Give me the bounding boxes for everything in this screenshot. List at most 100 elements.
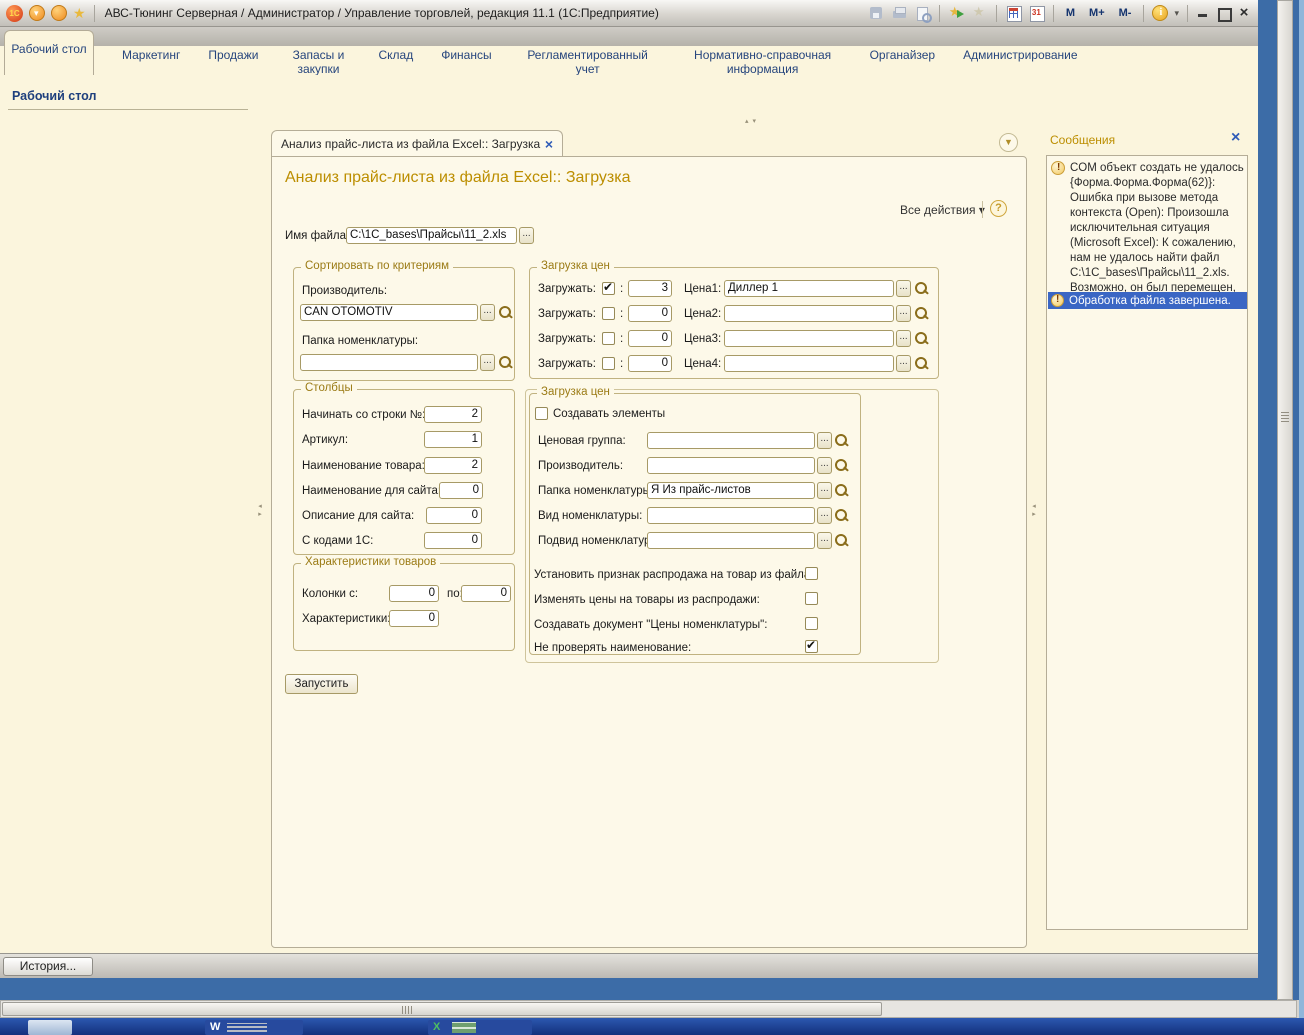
start-row-input[interactable]: 2 <box>424 406 482 423</box>
tab-reference-info[interactable]: Нормативно-справочная информация <box>684 27 842 76</box>
select-button[interactable]: ... <box>480 304 495 321</box>
search-icon[interactable] <box>833 432 849 449</box>
memory-plus-button[interactable]: M+ <box>1085 7 1109 19</box>
skip-name-check-checkbox[interactable] <box>805 640 818 653</box>
main-menu-button[interactable] <box>29 5 45 21</box>
favorites-star-icon[interactable]: ★ <box>73 5 86 21</box>
history-button[interactable]: История... <box>3 957 93 976</box>
word-taskbar-icon[interactable] <box>205 1020 303 1035</box>
excel-taskbar-icon[interactable] <box>428 1020 532 1035</box>
select-button[interactable]: ... <box>896 355 911 372</box>
tab-stock-purchases[interactable]: Запасы и закупки <box>286 27 350 76</box>
memory-minus-button[interactable]: M- <box>1115 7 1136 19</box>
tab-organizer[interactable]: Органайзер <box>870 27 936 62</box>
message-item[interactable]: COM объект создать не удалось {Форма.Фор… <box>1051 161 1245 311</box>
preview-icon[interactable] <box>914 5 931 22</box>
select-button[interactable]: ... <box>817 457 832 474</box>
calendar-icon[interactable]: 31 <box>1028 5 1045 22</box>
load-checkbox[interactable] <box>602 357 615 370</box>
document-tab[interactable]: Анализ прайс-листа из файла Excel:: Загр… <box>271 130 563 156</box>
search-icon[interactable] <box>833 532 849 549</box>
tab-warehouse[interactable]: Склад <box>378 27 413 62</box>
maximize-button[interactable] <box>1216 6 1230 20</box>
calculator-icon[interactable] <box>1005 5 1022 22</box>
manufacturer-input[interactable]: CAN OTOMOTIV <box>300 304 478 321</box>
site-name-input[interactable]: 0 <box>439 482 483 499</box>
tab-administration[interactable]: Администрирование <box>963 27 1077 62</box>
tab-finance[interactable]: Финансы <box>441 27 491 62</box>
columns-to-input[interactable]: 0 <box>461 585 511 602</box>
messages-close-icon[interactable]: × <box>1231 129 1240 147</box>
search-icon[interactable] <box>497 354 513 371</box>
search-icon[interactable] <box>833 507 849 524</box>
price-type-input[interactable] <box>724 330 894 347</box>
column-number-input[interactable]: 3 <box>628 280 672 297</box>
subkind-input[interactable] <box>647 532 815 549</box>
help-button[interactable]: ? <box>990 200 1007 217</box>
horizontal-scrollbar[interactable] <box>0 1000 1297 1018</box>
search-icon[interactable] <box>497 304 513 321</box>
search-icon[interactable] <box>913 305 929 322</box>
change-prices-checkbox[interactable] <box>805 592 818 605</box>
search-icon[interactable] <box>833 482 849 499</box>
vertical-scrollbar[interactable] <box>1277 0 1293 1000</box>
1c-app-icon[interactable]: 1С <box>6 5 23 22</box>
tab-list-dropdown-button[interactable]: ▼ <box>999 133 1018 152</box>
select-button[interactable]: ... <box>817 432 832 449</box>
file-browse-button[interactable]: ... <box>519 227 534 244</box>
document-tab-close-icon[interactable]: × <box>545 136 553 152</box>
select-button[interactable]: ... <box>817 507 832 524</box>
price-type-input[interactable]: Диллер 1 <box>724 280 894 297</box>
load-checkbox[interactable] <box>602 332 615 345</box>
chevron-down-icon[interactable]: ▾ <box>1174 8 1179 19</box>
horizontal-scrollbar-thumb[interactable] <box>2 1002 882 1016</box>
sidebar-splitter[interactable]: ◂▸ <box>255 503 265 519</box>
info-icon[interactable] <box>1152 5 1168 21</box>
price-type-input[interactable] <box>724 355 894 372</box>
characteristics-input[interactable]: 0 <box>389 610 439 627</box>
save-icon[interactable] <box>868 5 885 22</box>
all-actions-button[interactable]: Все действия ▾ <box>900 203 985 217</box>
select-button[interactable]: ... <box>817 532 832 549</box>
tab-desktop[interactable]: Рабочий стол <box>4 30 94 75</box>
minimize-button[interactable] <box>1196 6 1210 20</box>
tab-regulated-accounting[interactable]: Регламентированный учет <box>520 27 656 76</box>
price-group-input[interactable] <box>647 432 815 449</box>
load-checkbox[interactable] <box>602 307 615 320</box>
taskbar-app-icon[interactable] <box>28 1020 72 1035</box>
search-icon[interactable] <box>913 355 929 372</box>
select-button[interactable]: ... <box>896 330 911 347</box>
add-favorite-icon[interactable] <box>948 5 965 22</box>
site-description-input[interactable]: 0 <box>426 507 482 524</box>
select-button[interactable]: ... <box>817 482 832 499</box>
select-button[interactable]: ... <box>896 305 911 322</box>
message-item-selected[interactable]: Обработка файла завершена. <box>1048 292 1247 309</box>
column-number-input[interactable]: 0 <box>628 305 672 322</box>
tab-marketing[interactable]: Маркетинг <box>122 27 180 62</box>
search-icon[interactable] <box>913 280 929 297</box>
select-button[interactable]: ... <box>480 354 495 371</box>
product-name-input[interactable]: 2 <box>424 457 482 474</box>
select-button[interactable]: ... <box>896 280 911 297</box>
create-elements-checkbox[interactable] <box>535 407 548 420</box>
manufacturer2-input[interactable] <box>647 457 815 474</box>
nomenclature-folder-input[interactable] <box>300 354 478 371</box>
memory-button[interactable]: M <box>1062 7 1079 19</box>
form-splitter[interactable]: ▴▾ <box>745 117 760 125</box>
load-checkbox[interactable] <box>602 282 615 295</box>
run-button[interactable]: Запустить <box>285 674 358 694</box>
column-number-input[interactable]: 0 <box>628 355 672 372</box>
create-doc-checkbox[interactable] <box>805 617 818 630</box>
messages-splitter[interactable]: ◂▸ <box>1029 503 1039 519</box>
tab-sales[interactable]: Продажи <box>208 27 258 62</box>
service-round-button[interactable] <box>51 5 67 21</box>
columns-from-input[interactable]: 0 <box>389 585 439 602</box>
favorites-icon[interactable] <box>971 5 988 22</box>
price-type-input[interactable] <box>724 305 894 322</box>
sale-flag-checkbox[interactable] <box>805 567 818 580</box>
close-button[interactable]: × <box>1236 5 1252 21</box>
file-name-input[interactable]: C:\1C_bases\Прайсы\11_2.xls <box>346 227 517 244</box>
codes-1c-input[interactable]: 0 <box>424 532 482 549</box>
folder2-input[interactable]: Я Из прайс-листов <box>647 482 815 499</box>
column-number-input[interactable]: 0 <box>628 330 672 347</box>
